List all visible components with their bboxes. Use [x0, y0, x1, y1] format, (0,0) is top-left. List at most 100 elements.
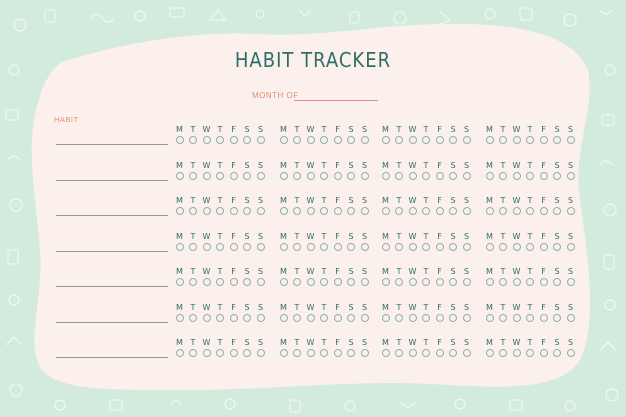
- day-checkbox-circle[interactable]: [202, 136, 211, 144]
- day-checkbox-circle[interactable]: [256, 171, 265, 180]
- day-checkbox-circle[interactable]: [347, 171, 355, 180]
- day-checkbox-circle[interactable]: [539, 171, 548, 180]
- day-checkbox-circle[interactable]: [485, 349, 494, 357]
- day-checkbox-circle[interactable]: [395, 349, 403, 357]
- day-checkbox-circle[interactable]: [566, 136, 575, 144]
- day-checkbox-circle[interactable]: [485, 207, 494, 215]
- day-checkbox-circle[interactable]: [243, 207, 251, 215]
- day-checkbox-circle[interactable]: [306, 349, 315, 357]
- day-checkbox-circle[interactable]: [539, 278, 548, 286]
- day-checkbox-circle[interactable]: [526, 313, 534, 322]
- day-checkbox-circle[interactable]: [306, 136, 315, 144]
- day-checkbox-circle[interactable]: [229, 242, 238, 251]
- day-checkbox-circle[interactable]: [435, 136, 444, 144]
- day-checkbox-circle[interactable]: [499, 349, 507, 357]
- day-checkbox-circle[interactable]: [320, 278, 328, 286]
- day-checkbox-circle[interactable]: [512, 313, 521, 322]
- day-checkbox-circle[interactable]: [553, 242, 561, 251]
- day-checkbox-circle[interactable]: [293, 349, 301, 357]
- day-checkbox-circle[interactable]: [256, 207, 265, 215]
- day-checkbox-circle[interactable]: [512, 349, 521, 357]
- day-checkbox-circle[interactable]: [566, 207, 575, 215]
- day-checkbox-circle[interactable]: [229, 313, 238, 322]
- day-checkbox-circle[interactable]: [485, 136, 494, 144]
- day-checkbox-circle[interactable]: [175, 136, 184, 144]
- day-checkbox-circle[interactable]: [553, 207, 561, 215]
- day-checkbox-circle[interactable]: [462, 207, 471, 215]
- day-checkbox-circle[interactable]: [347, 278, 355, 286]
- day-checkbox-circle[interactable]: [553, 278, 561, 286]
- day-checkbox-circle[interactable]: [189, 136, 197, 144]
- day-checkbox-circle[interactable]: [381, 242, 390, 251]
- day-checkbox-circle[interactable]: [347, 349, 355, 357]
- day-checkbox-circle[interactable]: [333, 313, 342, 322]
- day-checkbox-circle[interactable]: [408, 313, 417, 322]
- day-checkbox-circle[interactable]: [462, 313, 471, 322]
- day-checkbox-circle[interactable]: [539, 313, 548, 322]
- day-checkbox-circle[interactable]: [333, 349, 342, 357]
- day-checkbox-circle[interactable]: [320, 242, 328, 251]
- day-checkbox-circle[interactable]: [381, 349, 390, 357]
- day-checkbox-circle[interactable]: [279, 349, 288, 357]
- day-checkbox-circle[interactable]: [462, 136, 471, 144]
- day-checkbox-circle[interactable]: [395, 136, 403, 144]
- day-checkbox-circle[interactable]: [485, 242, 494, 251]
- day-checkbox-circle[interactable]: [395, 313, 403, 322]
- day-checkbox-circle[interactable]: [435, 313, 444, 322]
- day-checkbox-circle[interactable]: [381, 207, 390, 215]
- day-checkbox-circle[interactable]: [408, 349, 417, 357]
- day-checkbox-circle[interactable]: [333, 136, 342, 144]
- day-checkbox-circle[interactable]: [360, 349, 369, 357]
- day-checkbox-circle[interactable]: [553, 136, 561, 144]
- day-checkbox-circle[interactable]: [395, 207, 403, 215]
- day-checkbox-circle[interactable]: [256, 242, 265, 251]
- day-checkbox-circle[interactable]: [408, 136, 417, 144]
- day-checkbox-circle[interactable]: [306, 171, 315, 180]
- day-checkbox-circle[interactable]: [189, 313, 197, 322]
- day-checkbox-circle[interactable]: [512, 136, 521, 144]
- day-checkbox-circle[interactable]: [360, 171, 369, 180]
- day-checkbox-circle[interactable]: [512, 207, 521, 215]
- day-checkbox-circle[interactable]: [553, 313, 561, 322]
- habit-name-line[interactable]: [56, 215, 168, 216]
- day-checkbox-circle[interactable]: [499, 242, 507, 251]
- day-checkbox-circle[interactable]: [360, 136, 369, 144]
- day-checkbox-circle[interactable]: [566, 171, 575, 180]
- day-checkbox-circle[interactable]: [202, 171, 211, 180]
- day-checkbox-circle[interactable]: [526, 136, 534, 144]
- day-checkbox-circle[interactable]: [381, 278, 390, 286]
- day-checkbox-circle[interactable]: [320, 349, 328, 357]
- day-checkbox-circle[interactable]: [381, 313, 390, 322]
- day-checkbox-circle[interactable]: [449, 278, 457, 286]
- day-checkbox-circle[interactable]: [333, 278, 342, 286]
- day-checkbox-circle[interactable]: [189, 278, 197, 286]
- day-checkbox-circle[interactable]: [449, 136, 457, 144]
- day-checkbox-circle[interactable]: [229, 349, 238, 357]
- day-checkbox-circle[interactable]: [526, 242, 534, 251]
- day-checkbox-circle[interactable]: [175, 207, 184, 215]
- day-checkbox-circle[interactable]: [320, 171, 328, 180]
- day-checkbox-circle[interactable]: [499, 278, 507, 286]
- day-checkbox-circle[interactable]: [347, 207, 355, 215]
- day-checkbox-circle[interactable]: [422, 242, 430, 251]
- day-checkbox-circle[interactable]: [279, 207, 288, 215]
- day-checkbox-circle[interactable]: [293, 207, 301, 215]
- day-checkbox-circle[interactable]: [216, 242, 224, 251]
- day-checkbox-circle[interactable]: [306, 278, 315, 286]
- day-checkbox-circle[interactable]: [422, 349, 430, 357]
- day-checkbox-circle[interactable]: [202, 349, 211, 357]
- day-checkbox-circle[interactable]: [381, 171, 390, 180]
- day-checkbox-circle[interactable]: [566, 349, 575, 357]
- day-checkbox-circle[interactable]: [360, 207, 369, 215]
- day-checkbox-circle[interactable]: [189, 242, 197, 251]
- day-checkbox-circle[interactable]: [229, 278, 238, 286]
- day-checkbox-circle[interactable]: [333, 171, 342, 180]
- habit-name-line[interactable]: [56, 286, 168, 287]
- day-checkbox-circle[interactable]: [229, 136, 238, 144]
- day-checkbox-circle[interactable]: [408, 171, 417, 180]
- day-checkbox-circle[interactable]: [422, 207, 430, 215]
- day-checkbox-circle[interactable]: [539, 349, 548, 357]
- day-checkbox-circle[interactable]: [395, 278, 403, 286]
- day-checkbox-circle[interactable]: [243, 136, 251, 144]
- day-checkbox-circle[interactable]: [462, 171, 471, 180]
